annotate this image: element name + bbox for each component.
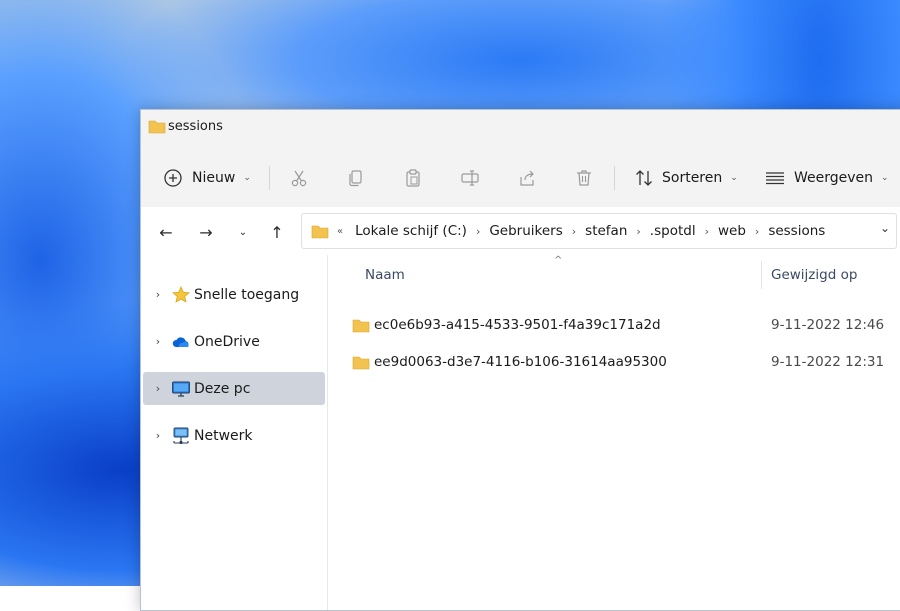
sidebar-item-label: Netwerk — [194, 427, 253, 444]
sidebar-item-quick-access[interactable]: › Snelle toegang — [143, 278, 325, 311]
overflow-chevron-icon[interactable]: « — [337, 226, 343, 237]
breadcrumb-separator-icon: › — [754, 224, 760, 238]
paste-button[interactable] — [403, 161, 423, 195]
scissors-icon — [291, 170, 307, 187]
address-bar[interactable]: « Lokale schijf (C:) › Gebruikers › stef… — [301, 213, 897, 249]
cloud-icon — [172, 336, 189, 347]
breadcrumb-separator-icon: › — [571, 224, 577, 238]
arrow-up-icon: ↑ — [270, 222, 284, 242]
forward-button[interactable]: → — [195, 221, 217, 243]
file-list: ^ Naam Gewijzigd op ec0e6b93-a415-4533-9… — [328, 255, 900, 610]
recent-locations-button[interactable]: ⌄ — [232, 221, 254, 243]
chevron-right-icon[interactable]: › — [145, 382, 171, 395]
file-modified-date: 9-11-2022 12:46 — [771, 317, 885, 333]
chevron-right-icon[interactable]: › — [145, 429, 171, 442]
breadcrumb-local-disk[interactable]: Lokale schijf (C:) — [355, 223, 467, 239]
folder-icon — [352, 319, 370, 332]
cut-button[interactable] — [289, 161, 309, 195]
network-icon — [173, 427, 189, 444]
breadcrumb-separator-icon: › — [704, 224, 709, 238]
computer-icon — [172, 381, 190, 397]
file-explorer-window: sessions Nieuw ⌄ Sorteren ⌄ Weergeven ⌄ … — [140, 109, 900, 611]
breadcrumb-web[interactable]: web — [718, 223, 746, 239]
folder-icon — [311, 225, 329, 238]
column-header-name[interactable]: Naam — [365, 267, 405, 283]
view-button-label: Weergeven — [794, 170, 874, 186]
breadcrumb-separator-icon: › — [475, 224, 481, 238]
column-divider[interactable] — [761, 261, 762, 289]
clipboard-icon — [406, 169, 420, 187]
rename-icon — [461, 170, 479, 186]
chevron-down-icon: ⌄ — [238, 226, 248, 238]
delete-button[interactable] — [574, 161, 594, 195]
plus-circle-icon — [164, 169, 182, 187]
chevron-down-icon: ⌄ — [243, 173, 251, 183]
toolbar-divider — [269, 166, 270, 190]
sidebar-item-label: Deze pc — [194, 380, 251, 397]
chevron-down-icon: ⌄ — [881, 173, 889, 183]
chevron-down-icon: ⌄ — [730, 173, 738, 183]
file-modified-date: 9-11-2022 12:31 — [771, 354, 885, 370]
new-button-label: Nieuw — [192, 170, 236, 186]
toolbar-divider — [614, 166, 615, 190]
sidebar-item-label: Snelle toegang — [194, 286, 300, 303]
copy-icon — [349, 170, 362, 187]
table-row[interactable]: ec0e6b93-a415-4533-9501-f4a39c171a2d 9-1… — [328, 309, 900, 341]
table-row[interactable]: ee9d0063-d3e7-4116-b106-31614aa95300 9-1… — [328, 346, 900, 378]
chevron-right-icon[interactable]: › — [145, 335, 171, 348]
breadcrumb-sessions[interactable]: sessions — [768, 223, 825, 239]
column-header-modified[interactable]: Gewijzigd op — [771, 267, 857, 283]
sort-ascending-icon: ^ — [554, 255, 563, 266]
file-name: ec0e6b93-a415-4533-9501-f4a39c171a2d — [374, 317, 661, 333]
navigation-pane: › Snelle toegang › OneDrive › Deze pc › … — [141, 255, 328, 610]
up-button[interactable]: ↑ — [266, 221, 288, 243]
rename-button[interactable] — [460, 161, 480, 195]
window-title: sessions — [168, 119, 223, 134]
back-button[interactable]: ← — [155, 221, 177, 243]
arrow-right-icon: → — [199, 222, 213, 242]
folder-icon — [352, 356, 370, 369]
copy-button[interactable] — [346, 161, 366, 195]
star-icon — [172, 285, 190, 303]
title-bar: sessions — [141, 110, 900, 150]
breadcrumb-spotdl[interactable]: .spotdl — [650, 223, 696, 239]
sort-button[interactable]: Sorteren ⌄ — [634, 161, 738, 195]
list-view-icon — [766, 172, 784, 185]
command-bar: Nieuw ⌄ Sorteren ⌄ Weergeven ⌄ — [141, 150, 900, 208]
folder-icon — [148, 120, 166, 134]
breadcrumb-stefan[interactable]: stefan — [585, 223, 627, 239]
sidebar-item-onedrive[interactable]: › OneDrive — [143, 325, 325, 358]
sort-button-label: Sorteren — [662, 170, 723, 186]
arrow-left-icon: ← — [159, 222, 173, 242]
breadcrumb-users[interactable]: Gebruikers — [489, 223, 562, 239]
file-name: ee9d0063-d3e7-4116-b106-31614aa95300 — [374, 354, 667, 370]
sidebar-item-network[interactable]: › Netwerk — [143, 419, 325, 452]
view-button[interactable]: Weergeven ⌄ — [765, 161, 889, 195]
new-button[interactable]: Nieuw ⌄ — [163, 161, 251, 195]
share-icon — [520, 170, 534, 186]
sort-arrows-icon — [636, 170, 652, 186]
sidebar-item-this-pc[interactable]: › Deze pc — [143, 372, 325, 405]
sidebar-item-label: OneDrive — [194, 333, 260, 350]
address-history-chevron-icon[interactable]: ⌄ — [880, 221, 890, 235]
navigation-bar: ← → ⌄ ↑ « Lokale schijf (C:) › Gebruiker… — [141, 207, 900, 255]
chevron-right-icon[interactable]: › — [145, 288, 171, 301]
share-button[interactable] — [517, 161, 537, 195]
breadcrumb-separator-icon: › — [636, 224, 641, 238]
trash-icon — [577, 170, 591, 186]
